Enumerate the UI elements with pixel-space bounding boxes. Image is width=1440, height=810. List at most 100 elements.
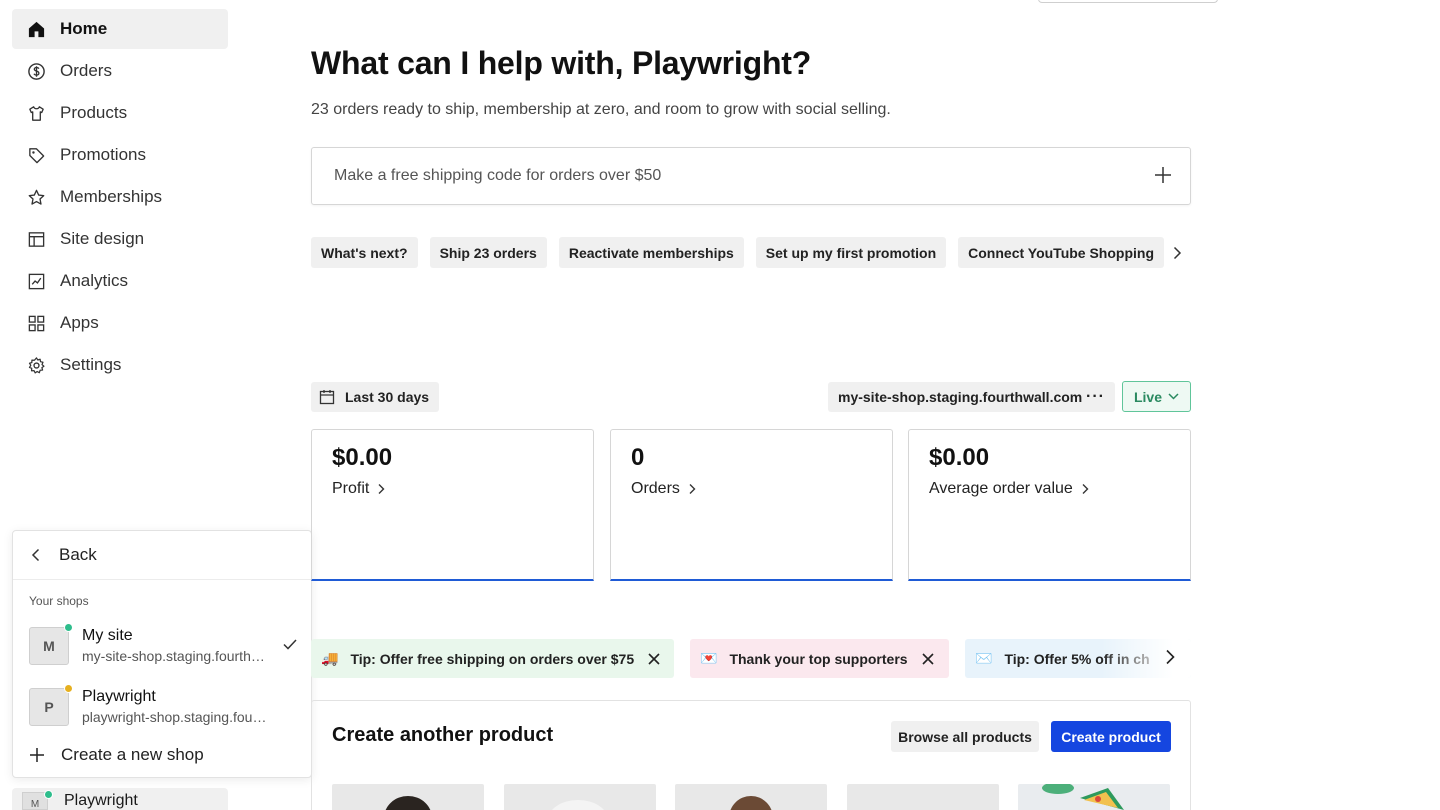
avatar-initial: P [44,698,54,715]
home-icon [26,19,46,39]
shop-url: playwright-shop.staging.fourthwall.com [82,708,267,725]
chevron-right-icon [378,484,385,494]
sidebar-item-label: Site design [60,229,145,248]
stat-card-average-order-value[interactable]: $0.00 Average order value [908,429,1191,581]
star-icon [26,187,46,207]
product-thumbnail[interactable] [504,784,656,810]
sidebar-item-label: Home [60,19,108,38]
shirt-icon [26,103,46,123]
create-product-button[interactable]: Create product [1051,721,1171,752]
avatar-initial: M [30,799,40,810]
top-bar-button[interactable] [1038,0,1218,3]
stat-card-profit[interactable]: $0.00 Profit [311,429,594,581]
shop-switcher-popover: Back Your shops M My site my-site-shop.s… [12,530,312,778]
chevron-left-icon [31,548,41,562]
calendar-icon [319,389,335,405]
chevron-right-icon[interactable] [1165,649,1175,665]
suggestion-chip[interactable]: Connect YouTube Shopping [958,237,1165,268]
sidebar-item-promotions[interactable]: Promotions [12,135,228,175]
suggestion-chip[interactable]: Ship 23 orders [429,237,547,268]
back-label: Back [59,545,97,564]
chevron-right-icon [1082,484,1089,494]
tip-text: Tip: Offer 5% off in ch [1004,650,1150,667]
envelope-icon: ✉️ [975,650,993,666]
shop-name: Playwright [82,687,156,705]
stat-label: Profit [332,480,573,498]
tip-text: Tip: Offer free shipping on orders over … [350,650,635,667]
product-thumbnail[interactable] [332,784,484,810]
your-shops-heading: Your shops [29,594,89,608]
stat-card-orders[interactable]: 0 Orders [610,429,893,581]
tips-carousel: 🚚 Tip: Offer free shipping on orders ove… [311,639,1191,678]
suggestion-chip[interactable]: What's next? [311,237,418,268]
stat-label: Average order value [929,480,1170,498]
stat-label: Orders [631,480,872,498]
back-button[interactable]: Back [13,531,311,580]
sidebar-item-label: Analytics [60,271,129,290]
create-new-shop-button[interactable]: Create a new shop [13,737,311,773]
shop-url: my-site-shop.staging.fourthwall.com [82,647,267,664]
suggestion-chip[interactable]: Set up my first promotion [755,237,947,268]
check-icon [283,637,297,655]
avatar-initial: M [43,637,55,654]
close-icon[interactable] [921,652,934,665]
live-status-dropdown[interactable]: Live [1122,381,1191,412]
tip-card[interactable]: ✉️ Tip: Offer 5% off in ch [965,639,1191,678]
domain-link[interactable]: my-site-shop.staging.fourthwall.com [838,389,1082,405]
date-range-button[interactable]: Last 30 days [311,382,440,412]
chevron-right-icon[interactable] [1172,246,1182,260]
prompt-input[interactable] [334,167,1114,185]
sidebar-item-label: Settings [60,355,122,374]
current-shop-name: Playwright [64,792,138,809]
suggestion-chip[interactable]: Reactivate memberships [558,237,744,268]
love-letter-icon: 💌 [700,650,718,666]
chevron-right-icon [689,484,696,494]
shop-name: My site [82,626,133,644]
status-dot [64,683,73,693]
sidebar-item-orders[interactable]: Orders [12,51,228,91]
grid-icon [26,313,46,333]
shop-item-playwright[interactable]: P Playwright playwright-shop.staging.fou… [13,676,311,737]
create-product-section: Create another product Browse all produc… [311,700,1191,810]
stat-label-text: Average order value [929,480,1073,497]
browse-all-products-button[interactable]: Browse all products [891,721,1039,752]
current-shop-button[interactable]: M Playwright [12,788,228,810]
live-label: Live [1133,388,1162,405]
page-subtitle: 23 orders ready to ship, membership at z… [311,101,891,118]
product-thumbnail[interactable] [847,784,999,810]
product-thumbnail[interactable] [1018,784,1170,810]
status-dot [44,790,53,799]
section-title: Create another product [332,724,554,746]
tip-card[interactable]: 💌 Thank your top supporters [690,639,949,678]
more-icon[interactable]: ··· [1086,388,1105,406]
avatar: P [29,683,73,726]
sidebar-item-memberships[interactable]: Memberships [12,177,228,217]
sidebar-item-home[interactable]: Home [12,9,228,49]
status-dot [64,622,73,632]
plus-icon [29,747,45,763]
stat-label-text: Profit [332,480,370,497]
stat-value: $0.00 [332,444,393,471]
tip-card[interactable]: 🚚 Tip: Offer free shipping on orders ove… [311,639,674,678]
layout-icon [26,229,46,249]
sidebar-item-label: Apps [60,313,99,332]
sidebar-item-settings[interactable]: Settings [12,345,228,385]
gear-icon [26,355,46,375]
sidebar-item-site-design[interactable]: Site design [12,219,228,259]
date-range-label: Last 30 days [345,389,430,405]
product-thumbnail[interactable] [675,784,827,810]
sidebar-item-apps[interactable]: Apps [12,303,228,343]
stat-label-text: Orders [631,480,680,497]
stat-value: 0 [631,444,645,471]
assistant-prompt-box [311,147,1191,205]
page-title: What can I help with, Playwright? [311,45,812,81]
sidebar-item-analytics[interactable]: Analytics [12,261,228,301]
sidebar-item-label: Memberships [60,187,163,206]
plus-icon[interactable] [1154,166,1172,184]
shop-item-my-site[interactable]: M My site my-site-shop.staging.fourthwal… [13,615,311,676]
dollar-icon [26,61,46,81]
domain-badge: my-site-shop.staging.fourthwall.com ··· [828,382,1115,412]
close-icon[interactable] [648,652,660,665]
sidebar-item-products[interactable]: Products [12,93,228,133]
sidebar-item-label: Promotions [60,145,146,164]
